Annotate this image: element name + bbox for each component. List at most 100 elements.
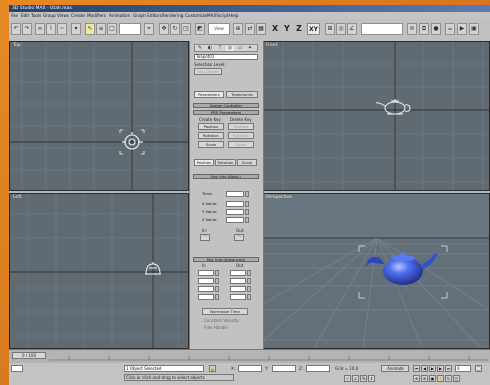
named-selection-set-field[interactable] [361,23,403,35]
delete-position-key-button[interactable]: Position [228,123,254,130]
x-coord-field[interactable] [238,365,262,372]
menu-views[interactable]: Views [57,12,69,19]
previous-frame-icon[interactable]: ◀ [421,365,428,372]
next-frame-icon[interactable]: ▶ [437,365,444,372]
advanced-w-row[interactable] [196,294,258,300]
play-icon[interactable]: ▶ [429,365,436,372]
selection-filter-dropdown[interactable] [119,23,141,35]
hierarchy-tab-icon[interactable]: ⊤ [216,46,224,51]
assign-controller-rollout[interactable]: Assign Controller [193,103,259,108]
zoom-extents-icon[interactable]: ▣ [429,375,436,382]
time-field[interactable] [226,191,244,197]
key-info-basic-rollout[interactable]: Key Info (Basic) [193,174,259,179]
render-type-icon[interactable]: ▣ [469,23,479,35]
y-value-spinner[interactable]: Y Value: [196,209,258,215]
y-coord-field[interactable] [272,365,296,372]
z-value-spinner[interactable]: Z Value: [196,217,258,223]
advanced-x-in-arrows[interactable] [215,270,219,276]
viewport-left-label[interactable]: Left [13,195,21,200]
delete-rotation-key-button[interactable]: Rotation [228,132,254,139]
material-editor-icon[interactable]: ● [431,23,441,35]
parameters-button[interactable]: Parameters [194,91,224,98]
viewport-left[interactable]: Left [9,193,189,349]
viewport-top[interactable]: Top [9,41,189,191]
advanced-z-in-field[interactable] [198,286,214,292]
menu-group[interactable]: Group [43,12,56,19]
utilities-tab-icon[interactable]: ✦ [246,46,254,51]
modify-tab-icon[interactable]: ◐ [206,46,214,51]
free-handle-checkbox[interactable]: Free Handle [204,325,228,330]
axis-xy-button[interactable]: XY [307,23,320,35]
viewport-perspective[interactable]: Perspective [262,193,490,349]
trajectories-button[interactable]: Trajectories [226,91,258,98]
advanced-y-in-arrows[interactable] [215,278,219,284]
advanced-x-out-arrows[interactable] [247,270,251,276]
viewport-top-label[interactable]: Top [13,43,21,48]
object-name-field[interactable]: Teapot01 [194,54,258,60]
track-view-icon[interactable]: ≋ [407,23,417,35]
angle-snap-toggle-icon[interactable]: ∠ [352,375,359,382]
x-value-spinner-arrows[interactable] [245,201,249,207]
spinner-snap-icon[interactable]: ⇕ [368,375,375,382]
advanced-z-row[interactable] [196,286,258,292]
constant-velocity-checkbox[interactable]: Constant Velocity [204,318,239,323]
menu-modifiers[interactable]: Modifiers [87,12,106,19]
menu-rendering[interactable]: Rendering [162,12,183,19]
time-slider[interactable]: 0 / 100 [12,352,46,359]
advanced-w-in-arrows[interactable] [215,294,219,300]
select-and-link-icon[interactable]: ⌖ [144,23,154,35]
tab-scale[interactable]: Scale [237,159,257,166]
advanced-w-out-arrows[interactable] [247,294,251,300]
delete-scale-key-button[interactable]: Scale [228,141,254,148]
time-spinner[interactable]: Time: [196,191,258,197]
schematic-view-icon[interactable]: ⧉ [419,23,429,35]
viewport-front-label[interactable]: Front [266,43,277,48]
advanced-z-out-field[interactable] [230,286,246,292]
current-frame-field[interactable]: 0 [455,365,471,372]
create-scale-key-button[interactable]: Scale [198,141,224,148]
motion-tab-icon[interactable]: ◎ [226,46,234,51]
time-spinner-arrows[interactable] [245,191,249,197]
mirror-icon[interactable]: ⇄ [245,23,255,35]
array-icon[interactable]: ▦ [256,23,266,35]
z-value-field[interactable] [226,217,244,223]
align-icon[interactable]: ⊞ [325,23,335,35]
advanced-z-out-arrows[interactable] [247,286,251,292]
out-tangent-button[interactable]: ⌒ [234,234,244,241]
quick-render-icon[interactable]: ▶ [457,23,467,35]
listener-field[interactable] [11,365,23,372]
advanced-z-in-arrows[interactable] [215,286,219,292]
z-coord-field[interactable] [306,365,330,372]
display-tab-icon[interactable]: ▭ [236,46,244,51]
create-tab-icon[interactable]: ✎ [196,46,204,51]
advanced-x-in-field[interactable] [198,270,214,276]
menu-edit[interactable]: Edit [21,12,29,19]
zoom-all-icon[interactable]: ⊞ [421,375,428,382]
menu-create[interactable]: Create [71,12,85,19]
menu-graph-editors[interactable]: Graph Editors [133,12,162,19]
snap-toggle-icon[interactable]: ⊹ [344,375,351,382]
viewport-perspective-label[interactable]: Perspective [266,195,292,200]
reference-coords-icon[interactable]: ◩ [195,23,205,35]
bind-space-warp-icon[interactable]: ~ [57,23,67,35]
advanced-w-in-field[interactable] [198,294,214,300]
teapot-shaded[interactable] [366,252,438,285]
viewport-front[interactable]: Front [262,41,490,191]
advanced-y-row[interactable] [196,278,258,284]
unlink-icon[interactable]: ⌇ [46,23,56,35]
x-value-field[interactable] [226,201,244,207]
menu-customize[interactable]: Customize [185,12,207,19]
render-scene-icon[interactable]: ☕ [445,23,455,35]
x-value-spinner[interactable]: X Value: [196,201,258,207]
percent-snap-icon[interactable]: % [360,375,367,382]
advanced-x-out-field[interactable] [230,270,246,276]
advanced-y-in-field[interactable] [198,278,214,284]
sub-object-button[interactable]: Sub-Object [194,68,222,75]
select-and-rotate-icon[interactable]: ↻ [170,23,180,35]
select-filter-icon[interactable]: ▾ [71,23,81,35]
region-select-icon[interactable]: □ [107,23,117,35]
advanced-x-row[interactable] [196,270,258,276]
create-position-key-button[interactable]: Position [198,123,224,130]
angle-snap-icon[interactable]: ∠ [347,23,357,35]
key-info-advanced-rollout[interactable]: Key Info (Advanced) [193,257,259,262]
